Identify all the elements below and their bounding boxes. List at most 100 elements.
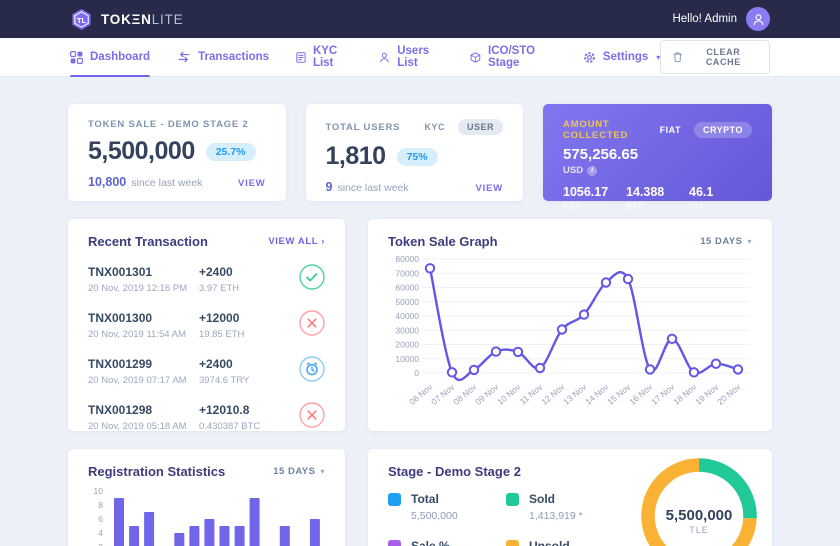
svg-text:17 Nov: 17 Nov [649, 381, 677, 406]
svg-text:10: 10 [94, 486, 104, 496]
trash-icon [673, 51, 682, 63]
panel-title: Stage - Demo Stage 2 [388, 464, 521, 479]
tx-id: TNX001299 [88, 357, 199, 371]
amount-value: 575,256.65 [563, 146, 752, 163]
tx-status-icon[interactable] [299, 264, 325, 295]
token-sale-value: 5,500,000 [88, 137, 195, 166]
coin-btc: 14.388 BTC [626, 185, 689, 211]
svg-text:0: 0 [414, 368, 419, 378]
legend-swatch [506, 493, 519, 506]
tokenlite-logo-icon: TL [70, 8, 93, 31]
clear-cache-label: CLEAR CACHE [690, 47, 757, 67]
legend-value: 1,413,919 * [529, 510, 583, 522]
tx-date: 20 Nov, 2019 11:54 AM [88, 329, 199, 340]
svg-text:10000: 10000 [395, 354, 419, 364]
coin-unit: LTC [689, 201, 752, 211]
info-icon[interactable]: i [587, 166, 597, 176]
svg-text:08 Nov: 08 Nov [451, 381, 479, 406]
tx-id: TNX001298 [88, 403, 199, 417]
tx-id: TNX001301 [88, 265, 199, 279]
tx-status-icon[interactable] [299, 356, 325, 387]
nav-item-users-list[interactable]: Users List [379, 38, 443, 77]
svg-text:11 Nov: 11 Nov [518, 381, 545, 406]
nav-item-dashboard[interactable]: Dashboard [70, 38, 150, 77]
kyc-tab[interactable]: KYC [415, 119, 454, 135]
legend-swatch [388, 493, 401, 506]
period-dropdown[interactable]: 15 DAYS ▾ [700, 236, 752, 247]
svg-text:19 Nov: 19 Nov [693, 381, 721, 406]
chevron-down-icon: ▾ [656, 53, 660, 62]
chevron-down-icon: ▾ [320, 467, 325, 476]
legend-label: Sold [529, 492, 583, 506]
svg-text:6: 6 [98, 514, 103, 524]
tx-amount: +2400 [199, 265, 295, 279]
stage-donut-chart: 5,500,000TLE [640, 457, 758, 546]
user-tab[interactable]: USER [458, 119, 503, 135]
tx-converted: 3.97 ETH [199, 283, 295, 294]
svg-text:18 Nov: 18 Nov [671, 381, 699, 406]
tx-date: 20 Nov, 2019 12:16 PM [88, 283, 199, 294]
svg-text:2: 2 [98, 542, 103, 546]
tx-converted: 3974.6 TRY [199, 375, 295, 386]
legend-label: Total [411, 492, 458, 506]
svg-text:12 Nov: 12 Nov [539, 381, 567, 406]
svg-text:TLE: TLE [689, 525, 709, 535]
nav-item-transactions[interactable]: Transactions [177, 38, 269, 77]
nav-item-settings[interactable]: Settings ▾ [583, 38, 660, 77]
card-title: TOKEN SALE - DEMO STAGE 2 [88, 119, 249, 130]
crypto-tab[interactable]: CRYPTO [694, 122, 752, 138]
tx-status-icon[interactable] [299, 402, 325, 431]
token-sale-badge: 25.7% [206, 143, 256, 161]
greeting-text: Hello! Admin [672, 13, 737, 25]
period-label: 15 DAYS [273, 466, 315, 477]
period-dropdown[interactable]: 15 DAYS ▾ [273, 466, 325, 477]
clear-cache-button[interactable]: CLEAR CACHE [660, 40, 770, 74]
recent-transactions-panel: Recent Transaction VIEW ALL › TNX001301 … [68, 219, 345, 431]
legend-item-total: Total 5,500,000 [388, 492, 506, 522]
nav-label: KYC List [313, 45, 353, 69]
panel-title: Registration Statistics [88, 464, 225, 479]
nav-item-ico-sto-stage[interactable]: ICO/STO Stage [470, 38, 556, 77]
legend-item-sale-pct: Sale % 25.7% Sold [388, 539, 506, 546]
tx-amount: +12000 [199, 311, 295, 325]
transaction-row[interactable]: TNX001299 20 Nov, 2019 07:17 AM +2400 39… [88, 356, 325, 387]
registration-bar-chart: 1086420 [88, 485, 325, 546]
coin-eth: 1056.17 ETH [563, 185, 626, 211]
top-navbar: TL TOKΞNLITE Hello! Admin [0, 0, 840, 38]
transaction-row[interactable]: TNX001298 20 Nov, 2019 05:18 AM +12010.8… [88, 402, 325, 431]
token-sale-card: TOKEN SALE - DEMO STAGE 2 5,500,000 25.7… [68, 104, 286, 201]
svg-text:60000: 60000 [395, 283, 419, 293]
panel-title: Recent Transaction [88, 234, 208, 249]
tx-date: 20 Nov, 2019 07:17 AM [88, 375, 199, 386]
transaction-row[interactable]: TNX001301 20 Nov, 2019 12:16 PM +2400 3.… [88, 264, 325, 295]
gear-icon [583, 51, 596, 64]
nav-item-kyc-list[interactable]: KYC List [296, 38, 352, 77]
svg-text:30000: 30000 [395, 325, 419, 335]
amount-collected-card: AMOUNT COLLECTED FIAT CRYPTO 575,256.65 … [543, 104, 772, 201]
tx-id: TNX001300 [88, 311, 199, 325]
view-link[interactable]: VIEW [476, 183, 503, 194]
brand-logo[interactable]: TL TOKΞNLITE [70, 8, 183, 31]
svg-text:10 Nov: 10 Nov [495, 381, 523, 406]
svg-text:5,500,000: 5,500,000 [666, 507, 733, 524]
coin-unit: ETH [563, 201, 626, 211]
period-label: 15 DAYS [700, 236, 742, 247]
svg-text:09 Nov: 09 Nov [473, 381, 501, 406]
view-link[interactable]: VIEW [238, 178, 265, 189]
tx-converted: 19.85 ETH [199, 329, 295, 340]
svg-text:70000: 70000 [395, 268, 419, 278]
user-avatar[interactable] [746, 7, 770, 31]
tx-status-icon[interactable] [299, 310, 325, 341]
total-users-delta: 9 [326, 180, 333, 194]
legend-label: Sale % [411, 539, 465, 546]
fiat-tab[interactable]: FIAT [651, 122, 690, 138]
total-users-badge: 75% [397, 148, 438, 166]
svg-text:06 Nov: 06 Nov [407, 381, 435, 406]
legend-swatch [506, 540, 519, 546]
legend-swatch [388, 540, 401, 546]
view-all-link[interactable]: VIEW ALL › [268, 236, 325, 247]
legend-label: Unsold [529, 539, 576, 546]
nav-label: Users List [397, 45, 443, 69]
transaction-row[interactable]: TNX001300 20 Nov, 2019 11:54 AM +12000 1… [88, 310, 325, 341]
stage-panel: Stage - Demo Stage 2 Total 5,500,000 Sol… [368, 449, 772, 546]
